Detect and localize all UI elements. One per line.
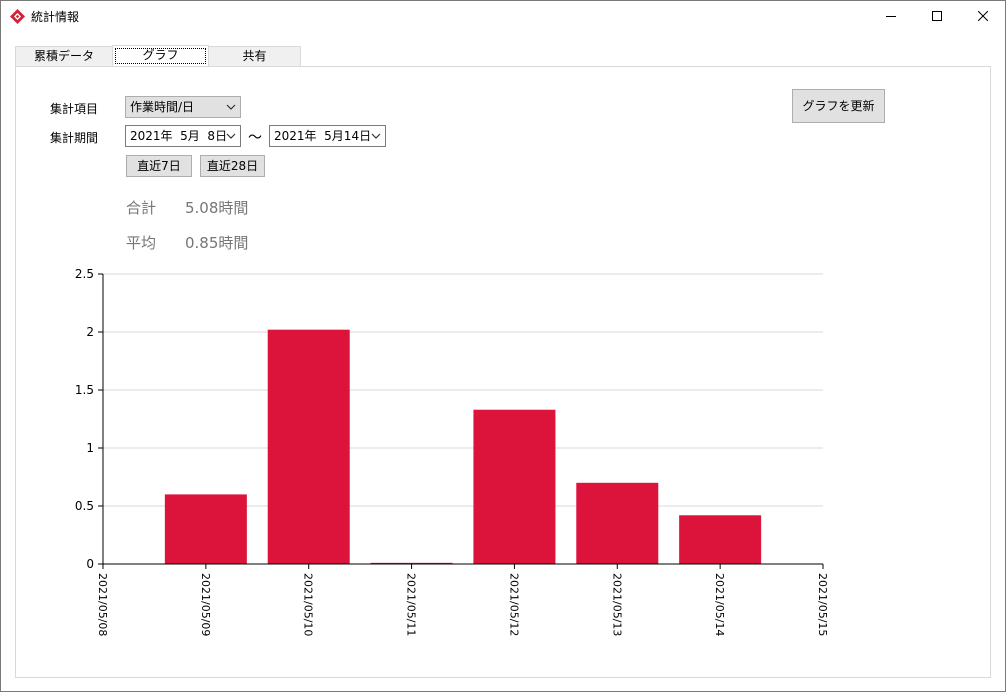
x-tick-label: 2021/05/10 [302, 573, 315, 636]
x-tick-label: 2021/05/08 [96, 573, 109, 636]
x-tick-label: 2021/05/09 [199, 573, 212, 636]
y-tick-label: 0.5 [75, 499, 94, 513]
x-tick-label: 2021/05/15 [816, 573, 829, 636]
bar-2021-05-12 [473, 409, 556, 564]
y-tick-label: 2.5 [75, 267, 94, 281]
y-tick-label: 1 [86, 441, 94, 455]
y-tick-label: 2 [86, 325, 94, 339]
x-tick-label: 2021/05/13 [610, 573, 623, 636]
statistics-window: 統計情報 累積データ グラフ 共有 集計項目 作業時間/日 集計期間 2021年… [0, 0, 1006, 692]
bar-2021-05-10 [267, 329, 350, 564]
x-tick-label: 2021/05/14 [713, 573, 726, 636]
x-tick-label: 2021/05/11 [405, 573, 418, 636]
bar-2021-05-14 [679, 515, 762, 564]
bar-2021-05-09 [164, 494, 247, 564]
x-tick-label: 2021/05/12 [507, 573, 520, 636]
work-time-bar-chart: 0 0.5 1 1.5 2 2.5 2021/05/08 2021/05/09 2021/05/… [75, 267, 829, 636]
y-tick-label: 0 [86, 557, 94, 571]
y-tick-label: 1.5 [75, 383, 94, 397]
bar-2021-05-13 [576, 482, 659, 564]
